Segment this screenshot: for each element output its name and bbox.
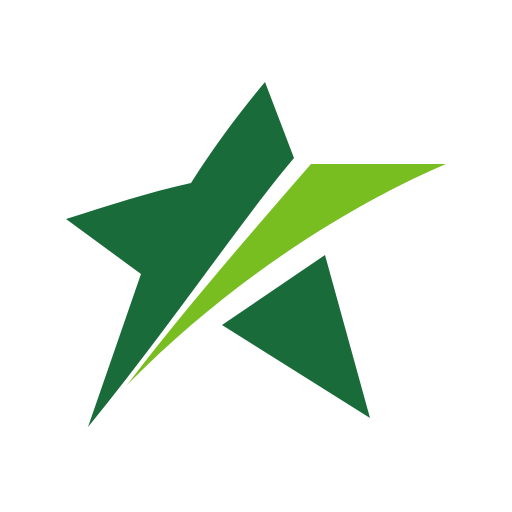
- star-logo-icon: [66, 82, 446, 427]
- app-icon-canvas: [0, 0, 512, 512]
